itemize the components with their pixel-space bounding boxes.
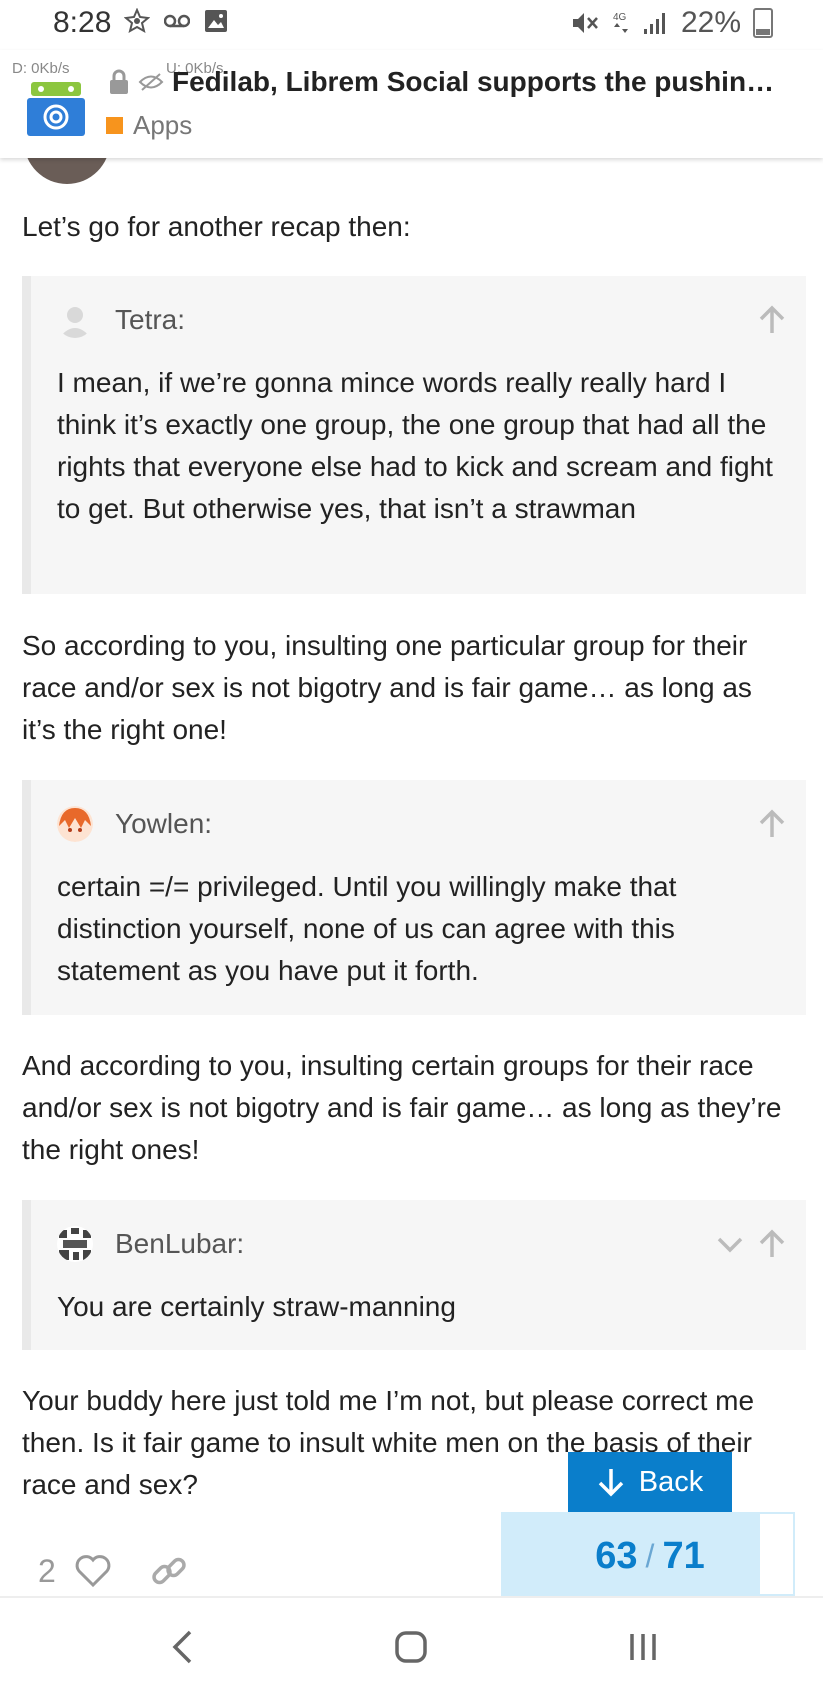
voicemail-icon — [164, 14, 190, 28]
battery-percent: 22% — [680, 6, 741, 39]
nav-back-button[interactable] — [152, 1624, 212, 1670]
nav-home-button[interactable] — [381, 1624, 441, 1670]
arrow-down-icon — [598, 1469, 623, 1497]
back-button-label: Back — [638, 1465, 704, 1498]
4g-data-icon: 4G — [613, 12, 628, 33]
quote-body: You are certainly straw-manning — [57, 1291, 456, 1322]
battery-icon — [753, 8, 773, 38]
quote-body: certain =/= privileged. Until you willin… — [57, 871, 677, 986]
signal-icon — [643, 13, 665, 34]
arrow-up-icon[interactable] — [758, 1229, 786, 1259]
chevron-left-icon — [172, 1630, 192, 1664]
unlisted-eye-icon — [138, 73, 164, 91]
category-label: Apps — [133, 110, 193, 140]
back-button[interactable]: Back — [568, 1452, 732, 1512]
heart-icon[interactable] — [74, 1554, 112, 1588]
topic-title-row[interactable]: Fedilab, Librem Social supports the push… — [108, 66, 803, 98]
quote-header: Yowlen: — [57, 804, 786, 844]
status-time: 8:28 — [53, 6, 112, 39]
download-speed: D: 0Kb/s — [12, 60, 70, 77]
quote-block: Tetra: I mean, if we’re gonna mince word… — [22, 276, 806, 594]
user-avatar — [57, 806, 93, 842]
post-paragraph: And according to you, insulting certain … — [22, 1050, 782, 1165]
post-paragraph: Let’s go for another recap then: — [22, 211, 411, 242]
image-icon — [205, 10, 227, 32]
notification-icons — [124, 8, 228, 34]
post-paragraph: So according to you, insulting one parti… — [22, 630, 752, 745]
category-color-swatch — [106, 117, 123, 134]
quote-username[interactable]: Yowlen: — [115, 808, 212, 840]
nav-recents-button[interactable] — [613, 1624, 673, 1670]
settings-cog-icon — [124, 8, 150, 34]
progress-total: 71 — [662, 1534, 705, 1577]
mute-icon — [572, 13, 598, 33]
topic-title[interactable]: Fedilab, Librem Social supports the push… — [172, 66, 774, 98]
like-count[interactable]: 2 — [38, 1553, 56, 1590]
svg-text:4G: 4G — [613, 12, 627, 23]
quote-body: I mean, if we’re gonna mince words reall… — [57, 367, 773, 524]
topic-header: D: 0Kb/s U: 0Kb/s Fedilab, Librem Social… — [0, 50, 823, 158]
post-actions: 2 — [38, 1552, 188, 1590]
quote-header: Tetra: — [57, 300, 786, 340]
recents-icon — [630, 1634, 656, 1660]
quote-block: BenLubar: You are certainly straw-mannin… — [22, 1200, 806, 1350]
quote-block: Yowlen: certain =/= privileged. Until yo… — [22, 780, 806, 1015]
arrow-up-icon[interactable] — [758, 809, 786, 839]
arrow-up-icon[interactable] — [758, 305, 786, 335]
default-avatar-icon — [57, 302, 93, 338]
topic-progress[interactable]: 63 / 71 — [501, 1512, 795, 1596]
progress-text: 63 / 71 — [503, 1514, 797, 1598]
site-logo[interactable] — [27, 78, 85, 136]
quote-header: BenLubar: — [57, 1224, 786, 1264]
link-icon[interactable] — [150, 1552, 188, 1590]
chevron-down-icon[interactable] — [716, 1229, 744, 1259]
home-square-icon — [395, 1631, 427, 1663]
system-navigation-bar — [0, 1596, 823, 1696]
category-badge[interactable]: Apps — [106, 110, 192, 141]
quote-username[interactable]: Tetra: — [115, 304, 185, 336]
quote-username[interactable]: BenLubar: — [115, 1228, 244, 1260]
status-right: 4G 22% — [571, 6, 773, 40]
status-bar: 8:28 4G 22% — [0, 0, 823, 50]
lock-icon — [110, 69, 128, 94]
user-avatar — [57, 1226, 93, 1262]
progress-separator: / — [645, 1537, 655, 1574]
progress-current: 63 — [595, 1534, 638, 1577]
